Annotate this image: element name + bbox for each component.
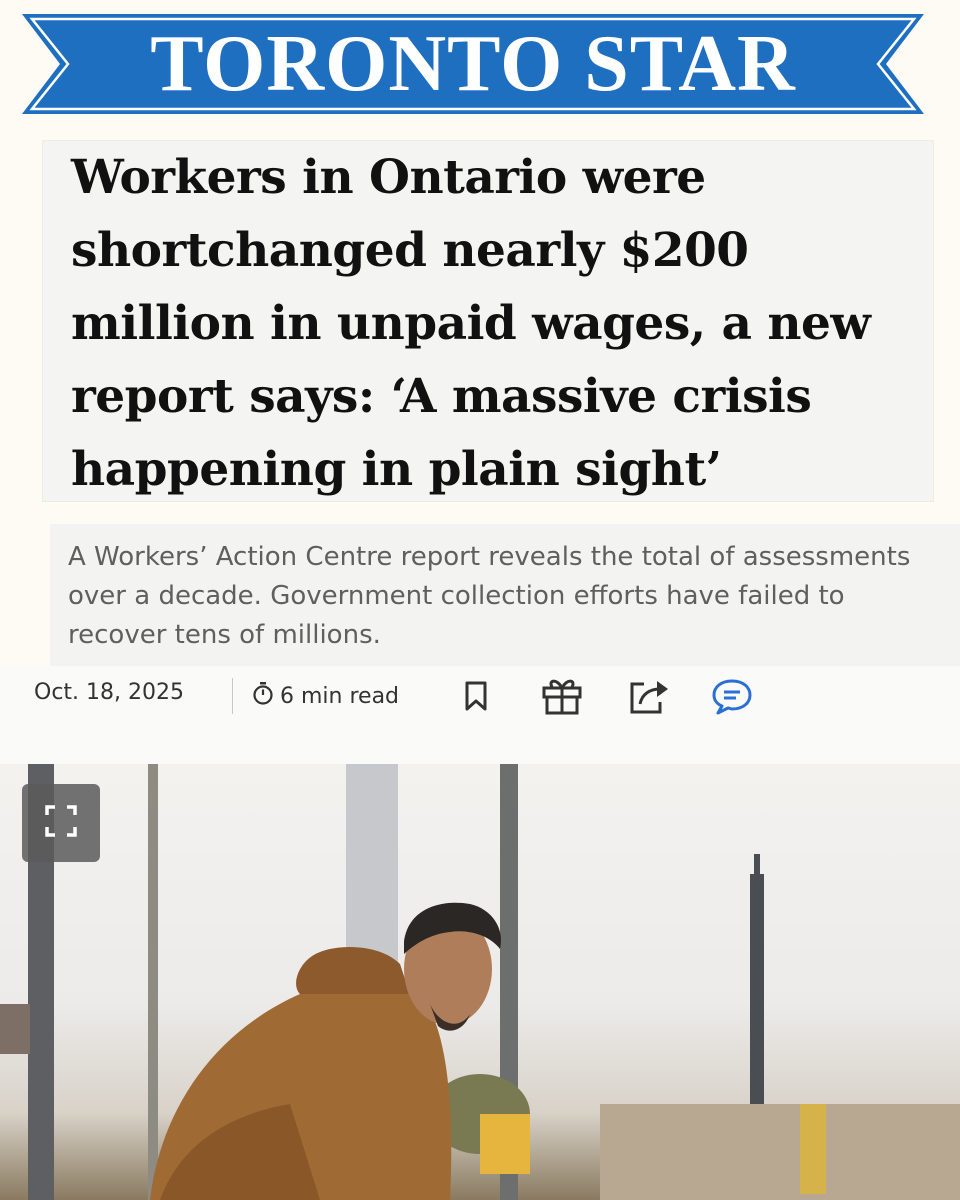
read-time: 6 min read [252,679,399,713]
article-dek: A Workers’ Action Centre report reveals … [68,542,911,650]
expand-icon [43,803,79,844]
share-button[interactable] [626,676,670,720]
read-time-label: 6 min read [280,683,400,709]
masthead-title[interactable]: TORONTO STAR [22,14,924,114]
masthead-banner: TORONTO STAR [22,14,924,114]
comments-button[interactable] [710,676,754,720]
gift-icon [541,676,583,721]
bookmark-button[interactable] [454,676,498,720]
expand-photo-button[interactable] [22,784,100,862]
share-icon [626,676,670,721]
comment-icon [709,676,755,721]
headline-container: Workers in Ontario were shortchanged nea… [42,140,934,502]
bookmark-icon [463,680,489,717]
article-photo [0,764,960,1200]
timer-icon [252,681,274,711]
photo-scene [0,764,960,1200]
gift-article-button[interactable] [540,676,584,720]
publish-date: Oct. 18, 2025 [34,680,184,705]
article-headline: Workers in Ontario were shortchanged nea… [71,150,871,497]
article-meta-bar: Oct. 18, 2025 6 min read [0,666,960,764]
dek-container: A Workers’ Action Centre report reveals … [50,524,960,666]
meta-divider [232,678,233,714]
